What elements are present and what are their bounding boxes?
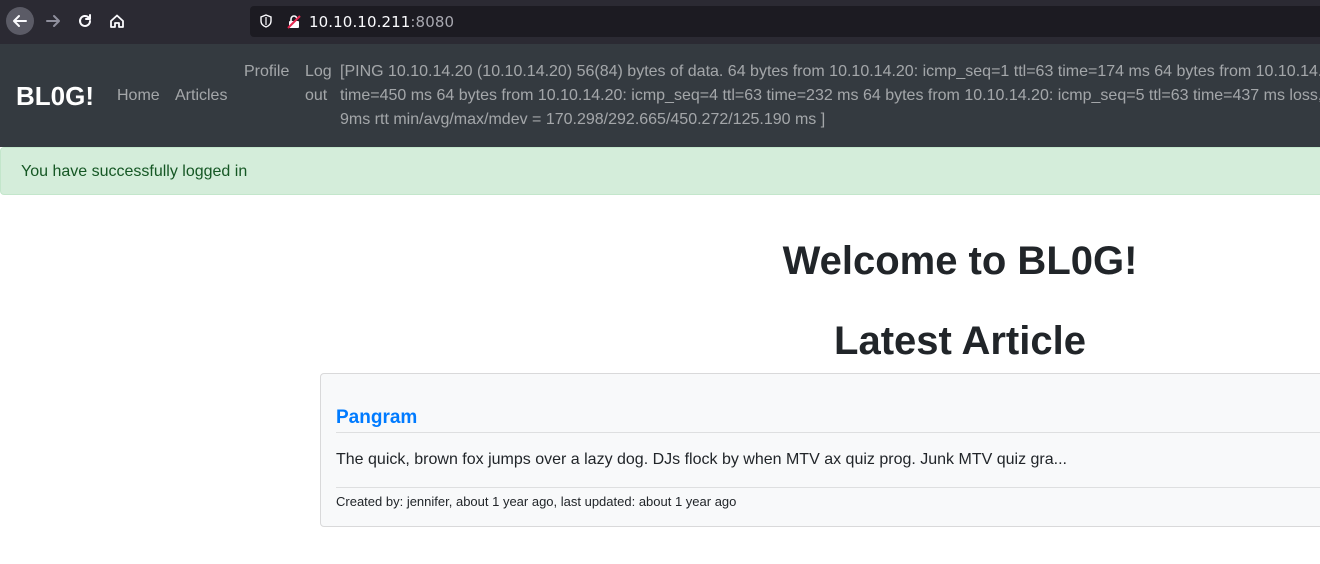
reload-icon xyxy=(79,14,91,27)
home-icon xyxy=(110,14,124,28)
navbar: BL0G! Home Articles Profile Log out [PIN… xyxy=(0,44,1320,147)
card-divider xyxy=(336,432,1320,433)
back-button[interactable] xyxy=(6,7,34,35)
success-alert: You have successfully logged in xyxy=(0,147,1320,195)
nav-profile-link[interactable]: Profile xyxy=(244,60,289,84)
browser-toolbar: 10.10.10.211:8080 xyxy=(0,0,1320,44)
card-divider xyxy=(336,487,1320,488)
home-button[interactable] xyxy=(103,7,131,35)
address-bar[interactable]: 10.10.10.211:8080 xyxy=(250,6,1320,37)
alert-message: You have successfully logged in xyxy=(21,163,248,180)
forward-button[interactable] xyxy=(39,7,67,35)
nav-home-link[interactable]: Home xyxy=(117,84,160,108)
welcome-heading: Welcome to BL0G! xyxy=(782,239,1138,283)
article-meta: Created by: jennifer, about 1 year ago, … xyxy=(336,494,737,509)
ping-output-text: [PING 10.10.14.20 (10.10.14.20) 56(84) b… xyxy=(340,63,1320,128)
nav-logout-link[interactable]: Log out xyxy=(305,60,335,108)
brand-logo[interactable]: BL0G! xyxy=(16,81,94,112)
insecure-lock-icon[interactable] xyxy=(286,14,302,30)
url-host: 10.10.10.211 xyxy=(309,13,411,31)
article-excerpt: The quick, brown fox jumps over a lazy d… xyxy=(336,451,1067,468)
url-port: :8080 xyxy=(410,13,455,31)
arrow-left-icon xyxy=(13,15,27,27)
latest-article-heading: Latest Article xyxy=(834,319,1086,363)
nav-articles-link[interactable]: Articles xyxy=(175,84,227,108)
url-text: 10.10.10.211:8080 xyxy=(309,13,454,31)
article-title-link[interactable]: Pangram xyxy=(336,407,417,429)
reload-button[interactable] xyxy=(71,7,99,35)
shield-icon[interactable] xyxy=(259,14,273,28)
arrow-right-icon xyxy=(46,15,60,27)
article-card: Pangram The quick, brown fox jumps over … xyxy=(320,373,1320,527)
